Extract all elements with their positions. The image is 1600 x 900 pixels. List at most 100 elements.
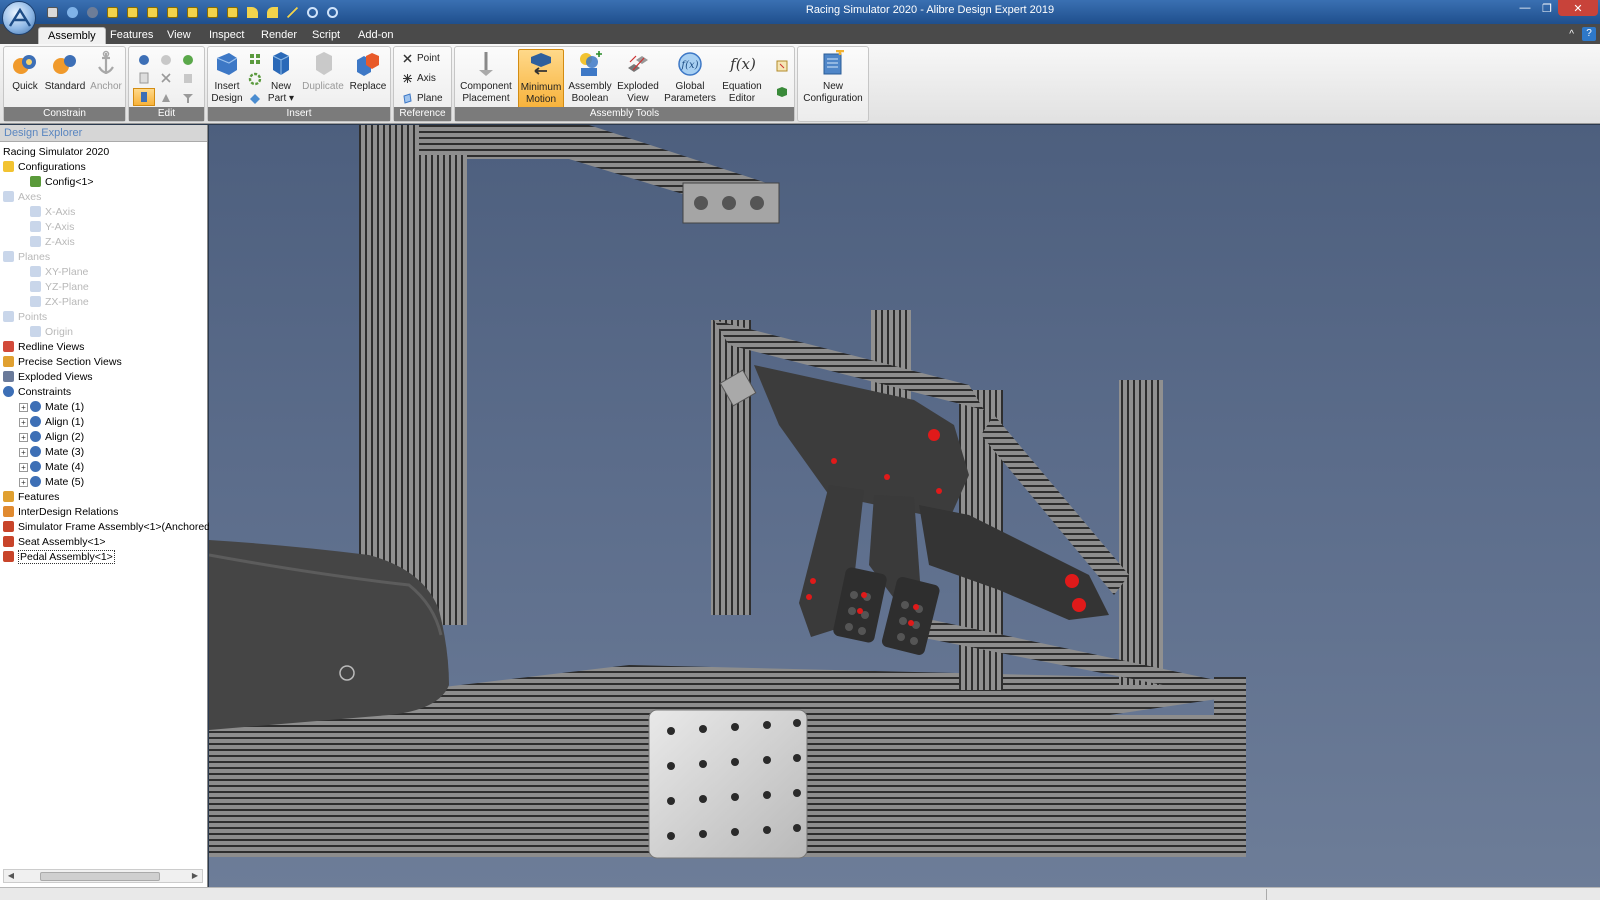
tree-node-label: Config<1>: [45, 176, 94, 188]
paste-icon[interactable]: [179, 69, 197, 87]
tab-assembly[interactable]: Assembly: [38, 27, 106, 44]
minimize-icon[interactable]: —: [1514, 0, 1536, 16]
tree-node[interactable]: Simulator Frame Assembly<1>(Anchored): [3, 520, 214, 535]
group-assembly-tools: Component Placement Minimum Motion Assem…: [454, 46, 795, 122]
axis-icon: [3, 191, 14, 202]
quick-constrain-icon: [10, 49, 40, 79]
tree-node[interactable]: ZX-Plane: [3, 295, 204, 310]
exploded-view-button[interactable]: Exploded View: [615, 49, 661, 109]
component-placement-button[interactable]: Component Placement: [458, 49, 514, 109]
tree-node-label: Mate (5): [45, 476, 85, 488]
standard-constrain-button[interactable]: Standard: [44, 49, 86, 109]
tab-render[interactable]: Render: [252, 27, 306, 44]
tree-node[interactable]: Z-Axis: [3, 235, 204, 250]
expand-icon[interactable]: +: [19, 403, 28, 412]
tab-features[interactable]: Features: [101, 27, 162, 44]
base-rail-right-end: [1214, 677, 1246, 857]
tree-node[interactable]: Redline Views: [3, 340, 204, 355]
hide-icon[interactable]: [157, 89, 175, 107]
window-controls: — ❐ ✕: [1514, 0, 1598, 16]
pattern-icon[interactable]: [246, 50, 264, 68]
global-parameters-button[interactable]: f(x) Global Parameters: [663, 49, 717, 109]
expand-icon[interactable]: +: [19, 463, 28, 472]
close-icon[interactable]: ✕: [1558, 0, 1598, 16]
scroll-right-icon[interactable]: ▶: [189, 870, 201, 882]
restore-icon[interactable]: ❐: [1536, 0, 1558, 16]
assembly-icon: [3, 521, 14, 532]
delete-icon[interactable]: [157, 69, 175, 87]
tab-inspect[interactable]: Inspect: [200, 27, 253, 44]
copy-icon[interactable]: [135, 69, 153, 87]
mate-icon: [30, 416, 41, 427]
select-icon[interactable]: [135, 51, 153, 69]
tree-node[interactable]: Planes: [3, 250, 204, 265]
plane-icon: [403, 93, 412, 104]
application-menu-button[interactable]: [2, 1, 36, 35]
new-configuration-button[interactable]: New Configuration: [800, 49, 866, 109]
tree-node[interactable]: + Align (2): [3, 430, 204, 445]
expand-icon[interactable]: +: [19, 433, 28, 442]
tree-node[interactable]: Axes: [3, 190, 204, 205]
equation-editor-button[interactable]: f(x) Equation Editor: [719, 49, 765, 109]
quick-constrain-button[interactable]: Quick: [8, 49, 42, 109]
insert-design-button[interactable]: Insert Design: [210, 49, 244, 109]
gear-icon[interactable]: [246, 70, 264, 88]
beam-end-slot: [750, 196, 764, 210]
tree-node[interactable]: X-Axis: [3, 205, 204, 220]
mirror-icon[interactable]: [246, 90, 264, 108]
reference-point-button[interactable]: Point: [402, 51, 443, 66]
tree-node[interactable]: + Mate (5): [3, 475, 204, 490]
tree-node[interactable]: Constraints: [3, 385, 204, 400]
minimum-motion-button[interactable]: Minimum Motion: [518, 49, 564, 109]
tree-node[interactable]: Pedal Assembly<1>: [3, 550, 204, 565]
3d-viewport[interactable]: [209, 125, 1600, 887]
tab-view[interactable]: View: [158, 27, 200, 44]
replace-button[interactable]: Replace: [348, 49, 388, 109]
interference-icon[interactable]: [773, 83, 791, 101]
tree-node[interactable]: Features: [3, 490, 204, 505]
racing-simulator-model[interactable]: [209, 125, 1600, 887]
reference-plane-button[interactable]: Plane: [402, 91, 443, 106]
tree-node[interactable]: YZ-Plane: [3, 280, 204, 295]
tree-node[interactable]: + Mate (4): [3, 460, 204, 475]
tree-node[interactable]: XY-Plane: [3, 265, 204, 280]
mate-icon: [30, 431, 41, 442]
tree-node[interactable]: Seat Assembly<1>: [3, 535, 204, 550]
tree-node[interactable]: Precise Section Views: [3, 355, 204, 370]
check-icon[interactable]: [179, 51, 197, 69]
tree-node[interactable]: Config<1>: [3, 175, 204, 190]
suppress-icon[interactable]: [157, 51, 175, 69]
anchor-button[interactable]: Anchor: [88, 49, 124, 109]
move-icon[interactable]: [133, 88, 155, 106]
tree-node[interactable]: + Mate (3): [3, 445, 204, 460]
tree-node[interactable]: Racing Simulator 2020: [3, 145, 204, 160]
filter-icon[interactable]: [179, 89, 197, 107]
expand-icon[interactable]: +: [19, 418, 28, 427]
status-bar: [0, 887, 1600, 900]
bill-of-materials-icon[interactable]: [773, 57, 791, 75]
minimize-ribbon-icon[interactable]: ^: [1569, 29, 1574, 40]
expand-icon[interactable]: +: [19, 448, 28, 457]
tree-node[interactable]: Points: [3, 310, 204, 325]
scrollbar-thumb[interactable]: [40, 872, 160, 881]
tree-node[interactable]: Y-Axis: [3, 220, 204, 235]
assembly-boolean-button[interactable]: Assembly Boolean: [567, 49, 613, 109]
tree-node[interactable]: Configurations: [3, 160, 204, 175]
scroll-left-icon[interactable]: ◀: [5, 870, 17, 882]
new-part-button[interactable]: New Part ▾: [266, 49, 296, 109]
beam-end-slot: [722, 196, 736, 210]
tab-script[interactable]: Script: [303, 27, 349, 44]
tree-node[interactable]: InterDesign Relations: [3, 505, 204, 520]
explorer-horizontal-scrollbar[interactable]: ◀ ▶: [3, 869, 203, 883]
tab-add-on[interactable]: Add-on: [349, 27, 402, 44]
tree-node[interactable]: + Mate (1): [3, 400, 204, 415]
tree-node[interactable]: Origin: [3, 325, 204, 340]
tree-node-label: Align (1): [45, 416, 85, 428]
help-icon[interactable]: ?: [1582, 27, 1596, 41]
tree-node[interactable]: + Align (1): [3, 415, 204, 430]
tree-node[interactable]: Exploded Views: [3, 370, 204, 385]
duplicate-button[interactable]: Duplicate: [300, 49, 346, 109]
reference-axis-button[interactable]: Axis: [402, 71, 443, 86]
expand-icon[interactable]: +: [19, 478, 28, 487]
tree-node-label: Mate (3): [45, 446, 85, 458]
